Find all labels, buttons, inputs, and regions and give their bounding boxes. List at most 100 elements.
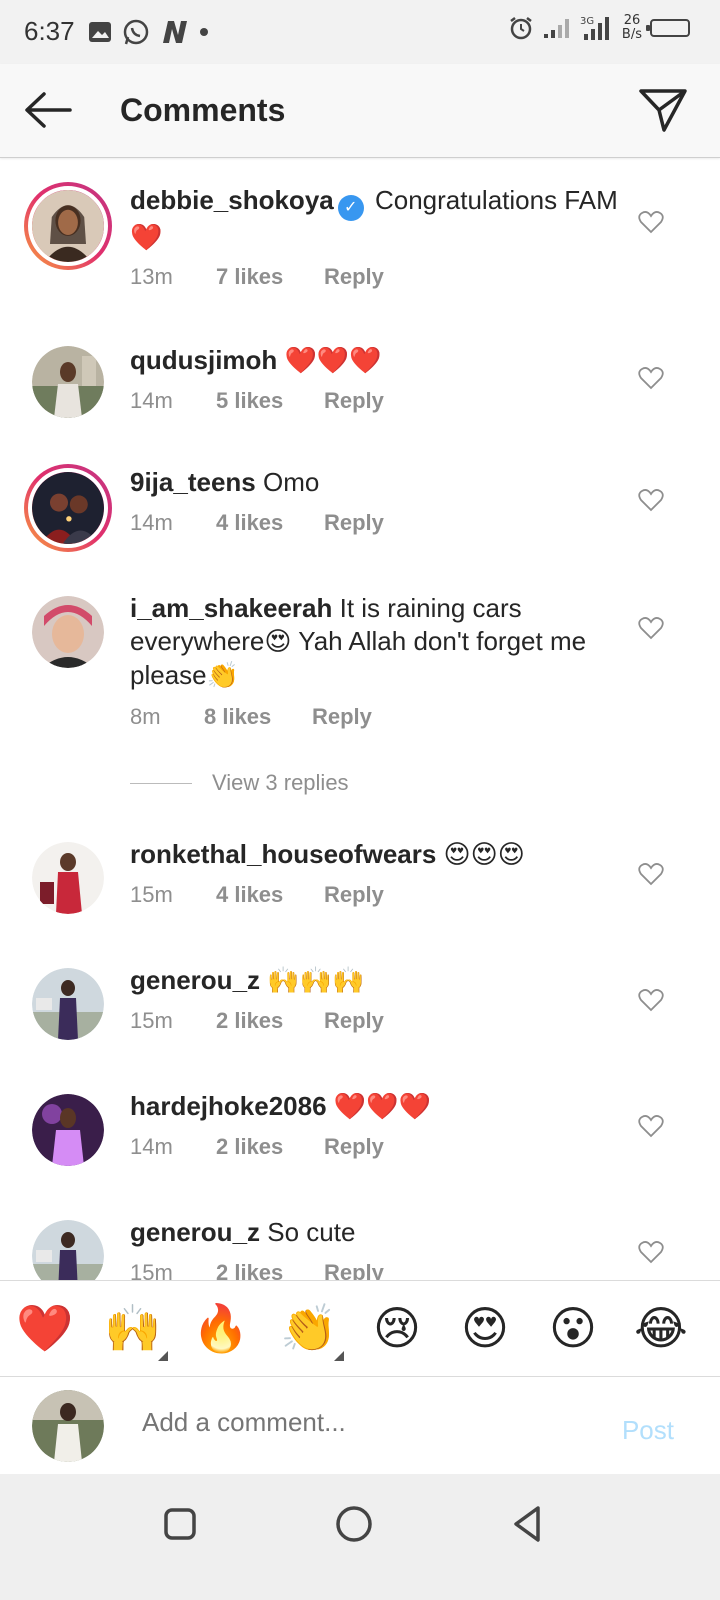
news-app-icon [163,21,187,43]
avatar-image [32,346,104,418]
emoji-clap-button[interactable]: 👏 [280,1299,344,1361]
system-icons: 3G 26 B/s [508,14,690,42]
recent-apps-icon[interactable] [158,1502,202,1546]
add-comment-bar: Post [0,1376,720,1474]
comment-text: generou_z 🙌🙌🙌 [130,964,630,998]
comments-list[interactable]: debbie_shokoya ✓ Congratulations FAM ❤️ 13… [0,158,720,1308]
reply-button[interactable]: Reply [324,1008,384,1034]
comment-username[interactable]: generou_z [130,965,260,995]
comment-username[interactable]: ronkethal_houseofwears [130,839,436,869]
comment-emoji: 😍 [264,627,292,657]
comment-likes[interactable]: 5 likes [216,388,324,414]
home-icon[interactable] [332,1502,376,1546]
avatar-image [32,968,104,1040]
comment-likes[interactable]: 7 likes [216,264,324,290]
comment-username[interactable]: 9ija_teens [130,467,256,497]
back-arrow-icon[interactable] [22,90,74,130]
comment-input[interactable] [142,1407,582,1438]
like-heart-icon[interactable] [638,488,664,512]
comment-username[interactable]: debbie_shokoya [130,185,334,215]
comment-likes[interactable]: 2 likes [216,1008,324,1034]
comment-body: Omo [262,467,320,497]
battery-icon [646,19,690,37]
network-speed: 26 B/s [622,14,642,42]
back-nav-icon[interactable] [506,1502,550,1546]
alarm-icon [510,17,532,40]
avatar[interactable] [32,346,104,418]
reply-button[interactable]: Reply [312,704,372,730]
speed-value: 26 [623,13,641,28]
avatar[interactable] [24,464,112,552]
system-nav-bar [0,1474,720,1600]
comment-likes[interactable]: 2 likes [216,1134,324,1160]
like-heart-icon[interactable] [638,988,664,1012]
status-time: 6:37 [24,16,75,46]
comment-emoji: 😍😍😍 [443,840,525,870]
comment-text: 9ija_teens Omo [130,466,630,499]
comment-meta: 8m 8 likes Reply [130,704,372,730]
like-heart-icon[interactable] [638,366,664,390]
comment-likes[interactable]: 4 likes [216,510,324,536]
like-heart-icon[interactable] [638,862,664,886]
like-heart-icon[interactable] [638,210,664,234]
like-heart-icon[interactable] [638,1114,664,1138]
comment-text: generou_z So cute [130,1216,630,1249]
gallery-icon [89,22,111,42]
verified-badge-icon: ✓ [337,195,364,221]
reply-button[interactable]: Reply [324,882,384,908]
like-heart-icon[interactable] [638,616,664,640]
emoji-heart-eyes-button[interactable]: 😍 [456,1299,514,1357]
comment-likes[interactable]: 4 likes [216,882,324,908]
comment-meta: 13m 7 likes Reply [130,264,384,290]
comment-text: debbie_shokoya ✓ Congratulations FAM ❤️ [130,184,630,255]
comment-body: So cute [267,1217,356,1247]
reply-button[interactable]: Reply [324,388,384,414]
view-replies-button[interactable]: View 3 replies [130,770,349,796]
whatsapp-icon [123,19,149,45]
avatar[interactable] [24,182,112,270]
signal-icon [543,19,569,38]
avatar[interactable] [32,596,104,668]
emoji-fire-button[interactable]: 🔥 [192,1299,250,1357]
avatar[interactable] [32,1094,104,1166]
view-replies-label: View 3 replies [212,770,349,795]
avatar-image [32,472,104,544]
comment-meta: 14m 4 likes Reply [130,510,384,536]
avatar[interactable] [32,842,104,914]
comment-username[interactable]: i_am_shakeerah [130,593,332,623]
more-notifications-dot [200,28,208,36]
emoji-laughing-button[interactable]: 😂 [632,1299,690,1357]
comment-meta: 14m 5 likes Reply [130,388,384,414]
emoji-raised-hands-button[interactable]: 🙌 [104,1299,168,1361]
reply-button[interactable]: Reply [324,264,384,290]
comment-time: 15m [130,1008,173,1033]
emoji-clap: 👏 [280,1301,338,1355]
direct-send-icon[interactable] [638,86,688,134]
comment-time: 14m [130,510,173,535]
emoji-surprised-button[interactable]: 😮 [544,1299,602,1357]
avatar[interactable] [32,968,104,1040]
app-header: Comments [0,64,720,158]
comment-likes[interactable]: 8 likes [204,704,312,730]
reply-button[interactable]: Reply [324,1134,384,1160]
comment-emoji: ❤️❤️❤️ [284,346,382,376]
comment-text: hardejhoke2086 ❤️❤️❤️ [130,1090,630,1124]
comment-username[interactable]: hardejhoke2086 [130,1091,327,1121]
comment-meta: 15m 4 likes Reply [130,882,384,908]
like-heart-icon[interactable] [638,1240,664,1264]
comment-body: Congratulations FAM [374,185,618,215]
comment-username[interactable]: generou_z [130,1217,260,1247]
emoji-heart-button[interactable]: ❤️ [16,1299,74,1357]
avatar-image [32,1094,104,1166]
avatar-image [32,842,104,914]
comment-emoji: ❤️❤️❤️ [333,1092,431,1122]
emoji-crying-button[interactable]: 😢 [368,1299,426,1357]
page-title: Comments [120,92,286,128]
notification-icons [88,18,208,46]
comment-text: i_am_shakeerah It is raining cars everyw… [130,592,630,693]
post-button[interactable]: Post [622,1415,674,1446]
emoji-quick-bar: ❤️ 🙌 🔥 👏 😢 😍 😮 😂 [0,1280,720,1376]
reply-button[interactable]: Reply [324,510,384,536]
comment-username[interactable]: qudusjimoh [130,345,277,375]
status-bar: 6:37 3G 26 B/s [0,0,720,64]
